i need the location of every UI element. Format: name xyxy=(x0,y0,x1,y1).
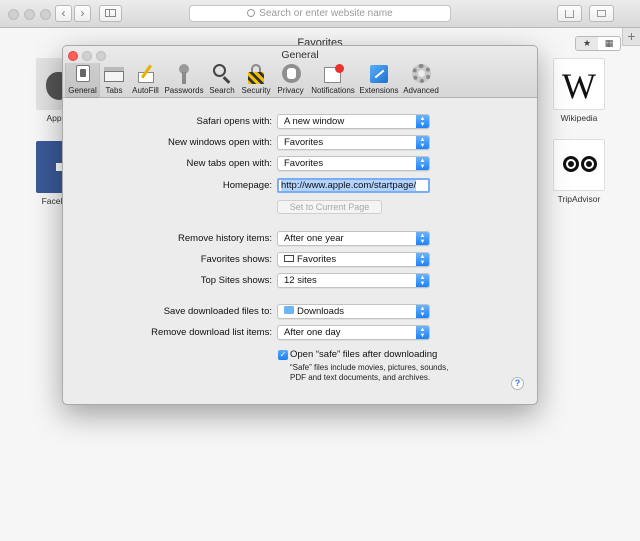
tab-extensions[interactable]: Extensions xyxy=(358,63,400,98)
share-icon xyxy=(565,10,574,18)
browser-toolbar: ‹ › Search or enter website name xyxy=(0,0,640,28)
key-icon xyxy=(173,64,195,84)
open-safe-files-checkbox[interactable]: ✓ xyxy=(278,350,288,360)
preferences-titlebar: General General Tabs AutoFill Passwords … xyxy=(63,46,537,98)
favorite-label-tripadvisor: TripAdvisor xyxy=(557,194,601,204)
safari-opens-with-label: Safari opens with: xyxy=(196,116,272,127)
sidebar-icon xyxy=(105,9,116,17)
popup-arrows-icon: ▲ ▼ xyxy=(416,305,429,318)
address-bar[interactable]: Search or enter website name xyxy=(189,5,451,22)
folder-icon xyxy=(284,306,294,314)
remove-download-list-popup[interactable]: After one day ▲ ▼ xyxy=(277,325,430,340)
favorite-tile-wikipedia[interactable]: W xyxy=(553,58,605,110)
popup-arrows-icon: ▲ ▼ xyxy=(416,326,429,339)
tabs-overview-button[interactable] xyxy=(589,5,614,22)
top-sites-shows-label: Top Sites shows: xyxy=(200,275,272,286)
tab-privacy[interactable]: Privacy xyxy=(273,63,308,98)
popup-arrows-icon: ▲ ▼ xyxy=(416,136,429,149)
homepage-field[interactable]: http://www.apple.com/startpage/ xyxy=(277,178,430,193)
safe-files-note: “Safe” files include movies, pictures, s… xyxy=(290,363,449,382)
favorite-label-wikipedia: Wikipedia xyxy=(560,113,598,123)
tab-notifications[interactable]: Notifications xyxy=(308,63,358,98)
close-window-button[interactable] xyxy=(8,9,19,20)
puzzle-icon xyxy=(368,64,390,84)
minimize-window-button[interactable] xyxy=(24,9,35,20)
tripadvisor-owl-icon xyxy=(563,154,597,176)
popup-arrows-icon: ▲ ▼ xyxy=(416,253,429,266)
remove-history-label: Remove history items: xyxy=(178,233,272,244)
popup-arrows-icon: ▲ ▼ xyxy=(416,115,429,128)
tabs-icon xyxy=(103,64,125,84)
preferences-window: General General Tabs AutoFill Passwords … xyxy=(62,45,538,405)
tab-search[interactable]: Search xyxy=(205,63,239,98)
search-icon xyxy=(211,64,233,84)
row-top-sites-shows: Top Sites shows: 12 sites ▲ ▼ xyxy=(63,273,537,289)
popup-arrows-icon: ▲ ▼ xyxy=(416,157,429,170)
popup-arrows-icon: ▲ ▼ xyxy=(416,232,429,245)
popup-arrows-icon: ▲ ▼ xyxy=(416,274,429,287)
tab-passwords[interactable]: Passwords xyxy=(163,63,205,98)
row-remove-history: Remove history items: After one year ▲ ▼ xyxy=(63,231,537,247)
lock-icon xyxy=(245,64,267,84)
row-set-current-page: Set to Current Page xyxy=(63,200,537,216)
remove-history-popup[interactable]: After one year ▲ ▼ xyxy=(277,231,430,246)
row-new-windows-open-with: New windows open with: Favorites ▲ ▼ xyxy=(63,135,537,151)
checkmark-icon: ✓ xyxy=(279,350,287,359)
notifications-icon xyxy=(322,64,344,84)
favorites-shows-popup[interactable]: Favorites ▲ ▼ xyxy=(277,252,430,267)
gear-icon xyxy=(410,64,432,84)
row-favorites-shows: Favorites shows: Favorites ▲ ▼ xyxy=(63,252,537,268)
book-icon xyxy=(284,255,294,262)
tab-advanced[interactable]: Advanced xyxy=(400,63,442,98)
favorites-shows-label: Favorites shows: xyxy=(200,254,272,265)
save-downloads-label: Save downloaded files to: xyxy=(163,306,272,317)
tab-general[interactable]: General xyxy=(65,63,100,98)
preferences-toolbar: General Tabs AutoFill Passwords Search S… xyxy=(65,63,442,98)
general-icon xyxy=(72,64,94,84)
autofill-icon xyxy=(135,64,157,84)
favorites-view-toggle[interactable]: ★ ▦ xyxy=(575,36,621,51)
row-new-tabs-open-with: New tabs open with: Favorites ▲ ▼ xyxy=(63,156,537,172)
search-icon xyxy=(247,9,256,17)
star-icon[interactable]: ★ xyxy=(576,37,598,50)
new-windows-open-with-popup[interactable]: Favorites ▲ ▼ xyxy=(277,135,430,150)
new-windows-open-with-label: New windows open with: xyxy=(167,137,272,148)
wikipedia-logo-icon: W xyxy=(562,66,596,106)
preferences-title: General xyxy=(281,49,319,61)
zoom-window-button[interactable] xyxy=(40,9,51,20)
back-button[interactable]: ‹ xyxy=(55,5,72,22)
forward-button[interactable]: › xyxy=(74,5,91,22)
row-remove-download-list: Remove download list items: After one da… xyxy=(63,325,537,341)
grid-icon[interactable]: ▦ xyxy=(598,37,620,50)
safari-opens-with-popup[interactable]: A new window ▲ ▼ xyxy=(277,114,430,129)
tabs-overview-icon xyxy=(597,10,606,17)
hand-icon xyxy=(280,64,302,84)
help-button[interactable]: ? xyxy=(511,377,524,390)
homepage-label: Homepage: xyxy=(222,180,272,191)
sidebar-button[interactable] xyxy=(99,5,122,22)
chevron-left-icon: ‹ xyxy=(61,6,66,20)
row-safari-opens-with: Safari opens with: A new window ▲ ▼ xyxy=(63,114,537,130)
new-tabs-open-with-popup[interactable]: Favorites ▲ ▼ xyxy=(277,156,430,171)
row-save-downloads: Save downloaded files to: Downloads ▲ ▼ xyxy=(63,304,537,320)
favorite-tile-tripadvisor[interactable] xyxy=(553,139,605,191)
top-sites-shows-popup[interactable]: 12 sites ▲ ▼ xyxy=(277,273,430,288)
tab-tabs[interactable]: Tabs xyxy=(100,63,128,98)
chevron-right-icon: › xyxy=(80,6,85,20)
tab-security[interactable]: Security xyxy=(239,63,273,98)
tab-autofill[interactable]: AutoFill xyxy=(128,63,163,98)
open-safe-files-label[interactable]: Open “safe” files after downloading xyxy=(290,349,437,360)
new-tabs-open-with-label: New tabs open with: xyxy=(186,158,272,169)
share-button[interactable] xyxy=(557,5,582,22)
row-homepage: Homepage: http://www.apple.com/startpage… xyxy=(63,178,537,194)
remove-download-list-label: Remove download list items: xyxy=(151,327,272,338)
save-downloads-popup[interactable]: Downloads ▲ ▼ xyxy=(277,304,430,319)
set-to-current-page-button[interactable]: Set to Current Page xyxy=(277,200,382,214)
address-placeholder: Search or enter website name xyxy=(259,8,393,19)
